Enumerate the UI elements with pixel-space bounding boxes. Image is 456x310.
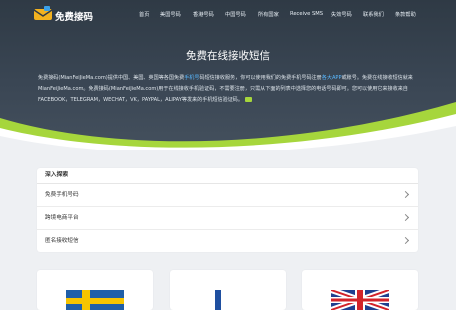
country-card-uk[interactable] xyxy=(302,270,418,310)
top-nav: 免费接码 首页 美国号码 香港号码 中国号码 所有国家 Receive SMS … xyxy=(0,0,456,30)
hero-desc-part-1: 免费接码(MianFeiJieMa.com)提供中国、美国、英国等各国免费 xyxy=(38,75,185,81)
hero-desc-part-2: 码短信接收服务，你可以使用我们的免费手机号码注册 xyxy=(199,75,322,81)
chevron-right-icon xyxy=(401,190,410,199)
explore-item-label: 匿名接收短信 xyxy=(45,238,79,244)
finland-flag-icon xyxy=(199,290,257,310)
explore-item-label: 免费手机号码 xyxy=(45,192,79,198)
hero-description: 免费接码(MianFeiJieMa.com)提供中国、美国、英国等各国免费手机号… xyxy=(38,73,418,106)
nav-item-expired[interactable]: 失效号码 xyxy=(331,11,352,18)
explore-item-anonymous-sms[interactable]: 匿名接收短信 xyxy=(37,230,418,252)
nav-item-all-countries[interactable]: 所有国家 xyxy=(258,11,279,18)
explore-item-cross-border[interactable]: 跨境电商平台 xyxy=(37,207,418,230)
hero-title: 免费在线接收短信 xyxy=(186,50,270,62)
logo-icon[interactable] xyxy=(34,6,52,20)
message-icon xyxy=(245,97,252,102)
hero-link-phone[interactable]: 手机号 xyxy=(184,75,199,81)
nav-item-receive-sms[interactable]: Receive SMS xyxy=(290,11,323,17)
explore-title: 深入探索 xyxy=(37,168,418,184)
explore-item-free-numbers[interactable]: 免费手机号码 xyxy=(37,184,418,207)
chevron-right-icon xyxy=(401,236,410,245)
nav-item-us-numbers[interactable]: 美国号码 xyxy=(160,11,181,18)
nav-item-cn-numbers[interactable]: 中国号码 xyxy=(225,11,246,18)
sweden-flag-icon xyxy=(66,290,124,310)
nav-item-home[interactable]: 首页 xyxy=(139,11,149,18)
hero-section: 免费接码 首页 美国号码 香港号码 中国号码 所有国家 Receive SMS … xyxy=(0,0,456,150)
nav-item-terms[interactable]: 条款帮助 xyxy=(395,11,416,18)
nav-item-hk-numbers[interactable]: 香港号码 xyxy=(193,11,214,18)
explore-panel: 深入探索 免费手机号码 跨境电商平台 匿名接收短信 xyxy=(37,168,418,252)
country-card-finland[interactable] xyxy=(170,270,286,310)
brand-name[interactable]: 免费接码 xyxy=(55,9,93,23)
nav-item-contact[interactable]: 联系我们 xyxy=(363,11,384,18)
hero-link-apps[interactable]: 各大APP xyxy=(322,75,342,81)
uk-flag-icon xyxy=(331,290,389,310)
explore-item-label: 跨境电商平台 xyxy=(45,215,79,221)
country-card-sweden[interactable] xyxy=(37,270,153,310)
chevron-right-icon xyxy=(401,213,410,222)
